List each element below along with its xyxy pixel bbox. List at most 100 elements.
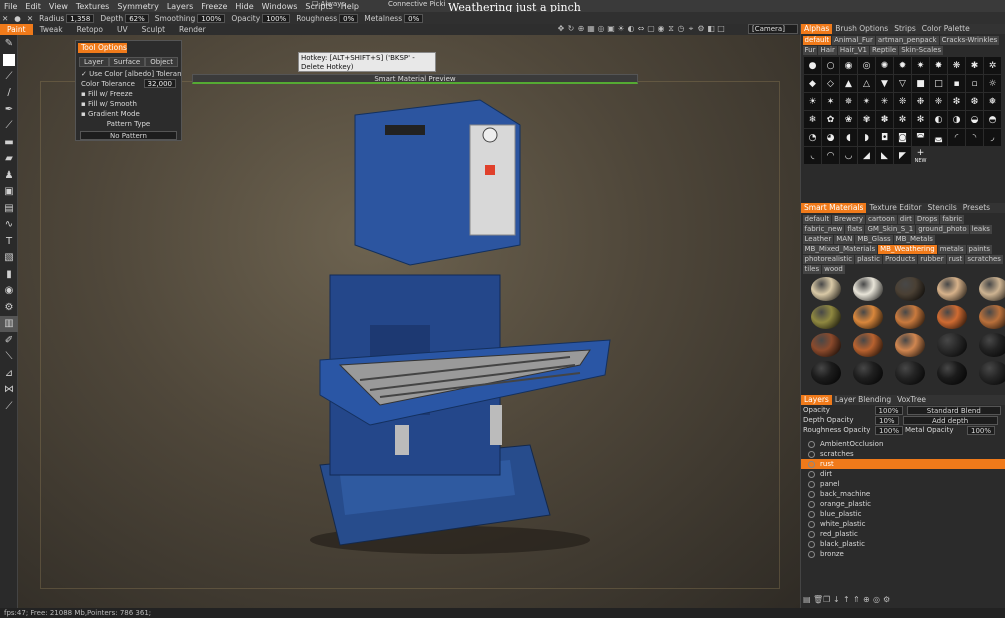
alpha-category[interactable]: Reptile (869, 45, 899, 55)
smart-material-item[interactable] (848, 333, 888, 359)
sm-category[interactable]: ground_photo (916, 224, 969, 234)
text-icon[interactable]: T (0, 233, 18, 250)
eye-icon[interactable] (808, 510, 815, 518)
eye-icon[interactable] (808, 470, 815, 478)
sm-category[interactable]: Drops (914, 214, 940, 224)
clone-icon[interactable]: ▣ (0, 184, 18, 201)
alpha-category[interactable]: artman_penpack (875, 35, 939, 45)
alpha-thumb[interactable]: □ (930, 75, 947, 92)
folder-icon[interactable]: ⊕ (863, 595, 873, 604)
knife-icon[interactable]: ⟍ (0, 349, 18, 366)
smart-material-item[interactable] (974, 277, 1005, 303)
alpha-thumb[interactable]: ✳ (876, 93, 893, 110)
alpha-category[interactable]: Hair (818, 45, 837, 55)
tab-tweak[interactable]: Tweak (33, 24, 70, 35)
alpha-thumb[interactable]: ✿ (822, 111, 839, 128)
tab-uv[interactable]: UV (110, 24, 135, 35)
new-layer-icon[interactable]: ▤ (803, 595, 813, 604)
layer-item[interactable]: panel (801, 479, 1005, 489)
close-icon[interactable]: ✕ (2, 14, 8, 23)
tab-object[interactable]: Object (145, 57, 179, 67)
alpha-thumb[interactable]: ◕ (822, 129, 839, 146)
alpha-thumb[interactable]: ◖ (840, 129, 857, 146)
butterfly-icon[interactable]: ⋈ (0, 382, 18, 399)
alpha-thumb[interactable]: ❇ (948, 93, 965, 110)
alpha-thumb[interactable]: ✷ (912, 57, 929, 74)
alpha-thumb[interactable]: ◒ (966, 111, 983, 128)
alpha-thumb[interactable]: ▽ (894, 75, 911, 92)
alpha-category[interactable]: Skin-Scales (899, 45, 944, 55)
tab-alpha-1[interactable]: Brush Options (832, 24, 891, 34)
alpha-thumb[interactable]: ◣ (876, 147, 893, 164)
layer-item[interactable]: scratches (801, 449, 1005, 459)
sm-category[interactable]: MB_Metals (893, 234, 935, 244)
depth-value[interactable]: 62% (125, 13, 149, 23)
alpha-category[interactable]: Fur (802, 45, 818, 55)
alpha-thumb[interactable]: ✸ (930, 57, 947, 74)
layer-item[interactable]: dirt (801, 469, 1005, 479)
smart-material-item[interactable] (890, 361, 930, 387)
alpha-thumb[interactable]: ✶ (822, 93, 839, 110)
tab-layers-1[interactable]: Layer Blending (832, 395, 894, 405)
mirror-icon[interactable]: ⇔ (636, 24, 646, 34)
curve-icon[interactable]: ∿ (0, 217, 18, 234)
menu-layers[interactable]: Layers (163, 2, 197, 11)
reset-icon[interactable]: ✕ (27, 14, 33, 23)
alpha-thumb[interactable]: ◤ (894, 147, 911, 164)
menu-windows[interactable]: Windows (258, 2, 302, 11)
alpha-thumb[interactable]: ◉ (840, 57, 857, 74)
alpha-thumb[interactable]: ◓ (984, 111, 1001, 128)
sm-category[interactable]: leaks (969, 224, 992, 234)
sm-category[interactable]: MAN (834, 234, 855, 244)
airbrush-icon[interactable]: ⟋ (0, 118, 18, 135)
eye-icon[interactable] (808, 480, 815, 488)
alpha-thumb[interactable]: ▫ (966, 75, 983, 92)
sm-category[interactable]: default (802, 214, 832, 224)
new-alpha-button[interactable]: + NEW (912, 147, 929, 164)
smart-material-item[interactable] (890, 305, 930, 331)
alpha-thumb[interactable]: ◆ (804, 75, 821, 92)
menu-freeze[interactable]: Freeze (197, 2, 231, 11)
eye-icon[interactable] (808, 450, 815, 458)
menu-file[interactable]: File (0, 2, 21, 11)
tab-layers-2[interactable]: VoxTree (894, 395, 929, 405)
menu-symmetry[interactable]: Symmetry (113, 2, 162, 11)
tab-layer[interactable]: Layer (79, 57, 109, 67)
alpha-thumb[interactable]: ✱ (966, 57, 983, 74)
settings-icon[interactable]: ⚙ (696, 24, 706, 34)
sm-category[interactable]: GM_Skin_S_1 (865, 224, 916, 234)
alpha-thumb[interactable]: ✴ (858, 93, 875, 110)
sm-category[interactable]: MB_Weathering (878, 244, 937, 254)
gradient-mode-checkbox[interactable]: ▪ Gradient Mode (76, 109, 181, 119)
sym-icon[interactable]: ⧖ (666, 24, 676, 34)
smart-material-item[interactable] (848, 277, 888, 303)
alpha-thumb[interactable]: ■ (912, 75, 929, 92)
stamp-icon[interactable]: ♟ (0, 167, 18, 184)
smart-material-tool-icon[interactable]: ▥ (0, 315, 18, 332)
tab-retopo[interactable]: Retopo (70, 24, 110, 35)
sphere-icon[interactable]: ◎ (596, 24, 606, 34)
tab-alpha-3[interactable]: Color Palette (919, 24, 973, 34)
pattern-select[interactable]: No Pattern (80, 131, 177, 140)
always-dropdown[interactable]: ☐ Always (312, 0, 345, 8)
radius-value[interactable]: 1,358 (66, 13, 95, 23)
smart-material-item[interactable] (974, 361, 1005, 387)
smart-material-item[interactable] (932, 361, 972, 387)
alpha-thumb[interactable]: ✵ (840, 93, 857, 110)
menu-hide[interactable]: Hide (231, 2, 257, 11)
tab-sm-2[interactable]: Stencils (925, 203, 960, 213)
menu-textures[interactable]: Textures (72, 2, 113, 11)
alpha-thumb[interactable]: ✻ (912, 111, 929, 128)
cube-icon[interactable]: ▣ (606, 24, 616, 34)
toggle-icon[interactable]: ◧ (706, 24, 716, 34)
zoom-icon[interactable]: ⊕ (576, 24, 586, 34)
metalness-control[interactable]: Metalness 0% (364, 13, 424, 23)
connective-pick-dropdown[interactable]: Connective Picki (388, 0, 445, 8)
layer-item[interactable]: rust (801, 459, 1005, 469)
eye-icon[interactable] (808, 490, 815, 498)
tab-sm-1[interactable]: Texture Editor (866, 203, 924, 213)
smart-material-item[interactable] (974, 333, 1005, 359)
smudge-icon[interactable]: ▬ (0, 134, 18, 151)
smart-material-item[interactable] (932, 277, 972, 303)
alpha-thumb[interactable]: ● (804, 57, 821, 74)
